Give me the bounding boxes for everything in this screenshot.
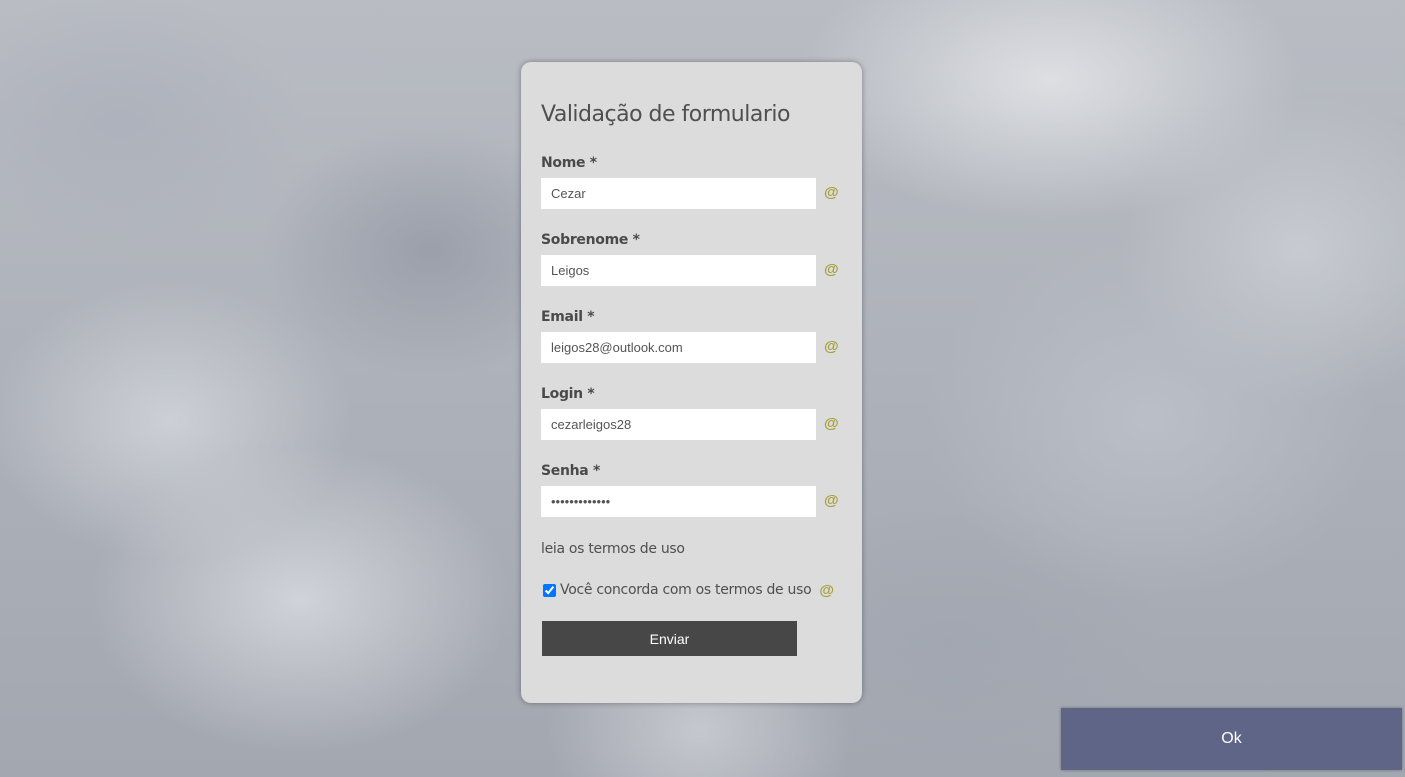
sobrenome-label: Sobrenome * [541, 232, 640, 248]
sobrenome-input[interactable] [541, 255, 816, 286]
form-title: Validação de formulario [541, 102, 790, 127]
field-sobrenome: Sobrenome * @ [541, 232, 841, 294]
at-icon: @ [824, 492, 839, 509]
login-label: Login * [541, 386, 595, 402]
nome-input[interactable] [541, 178, 816, 209]
at-icon: @ [824, 184, 839, 201]
field-login: Login * @ [541, 386, 841, 448]
at-icon: @ [824, 338, 839, 355]
email-input[interactable] [541, 332, 816, 363]
email-label: Email * [541, 309, 595, 325]
senha-input[interactable] [541, 486, 816, 517]
field-email: Email * @ [541, 309, 841, 371]
at-icon: @ [824, 415, 839, 432]
senha-label: Senha * [541, 463, 601, 479]
at-icon: @ [824, 261, 839, 278]
terms-link[interactable]: leia os termos de uso [541, 541, 685, 557]
agree-label: Você concorda com os termos de uso [560, 582, 812, 598]
login-input[interactable] [541, 409, 816, 440]
field-nome: Nome * @ [541, 155, 841, 217]
submit-button[interactable]: Enviar [542, 621, 797, 656]
nome-label: Nome * [541, 155, 597, 171]
agree-checkbox[interactable] [543, 583, 556, 597]
field-senha: Senha * @ [541, 463, 841, 525]
form-card: Validação de formulario Nome * @ Sobreno… [521, 62, 862, 703]
agree-row: Você concorda com os termos de uso @ [541, 580, 834, 600]
ok-button[interactable]: Ok [1061, 708, 1402, 770]
at-icon: @ [819, 581, 834, 599]
